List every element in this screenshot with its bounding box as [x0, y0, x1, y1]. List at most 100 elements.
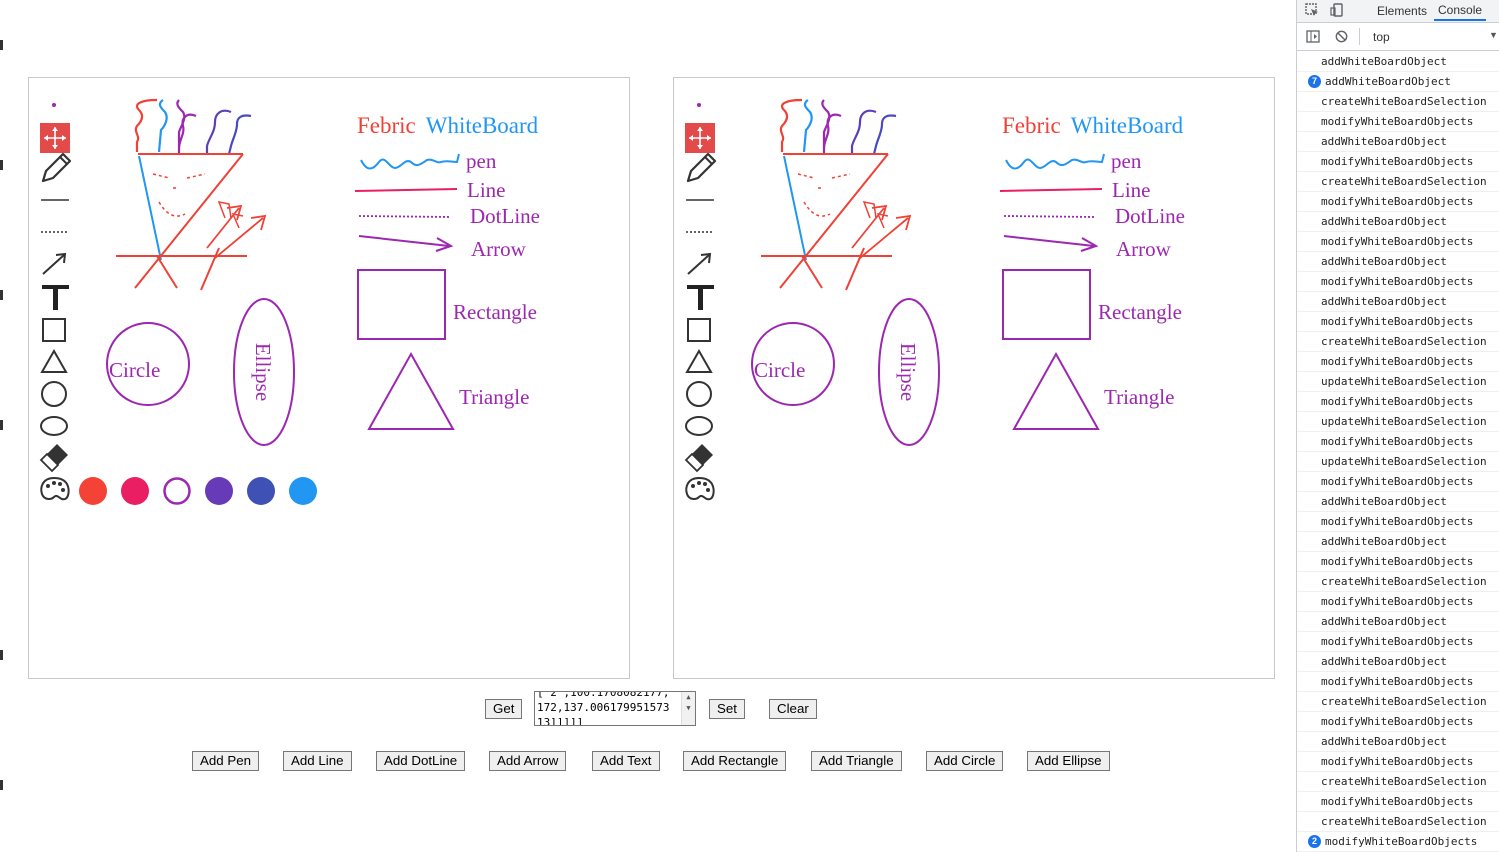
console-log-row[interactable]: addWhiteBoardObject — [1297, 732, 1499, 752]
add-pen-button[interactable]: Add Pen — [192, 751, 260, 771]
triangle-tool-icon[interactable] — [685, 348, 713, 373]
console-log-row[interactable]: addWhiteBoardObject — [1297, 292, 1499, 312]
triangle-tool-icon[interactable] — [40, 348, 68, 373]
tab-elements[interactable]: Elements — [1377, 4, 1427, 18]
palette-icon[interactable] — [685, 476, 715, 501]
ellipse-tool-icon[interactable] — [685, 416, 713, 436]
console-log-row[interactable]: modifyWhiteBoardObjects — [1297, 192, 1499, 212]
clear-console-icon[interactable] — [1335, 30, 1348, 48]
arrow-tool-icon[interactable] — [687, 252, 712, 275]
console-log-row[interactable]: addWhiteBoardObject — [1297, 52, 1499, 72]
add-circle-button[interactable]: Add Circle — [926, 751, 1004, 771]
set-button[interactable]: Set — [709, 699, 745, 719]
label-ellipse: Ellipse — [896, 343, 920, 401]
add-arrow-button[interactable]: Add Arrow — [489, 751, 567, 771]
console-log-row[interactable]: addWhiteBoardObject — [1297, 612, 1499, 632]
console-log-row[interactable]: updateWhiteBoardSelection — [1297, 452, 1499, 472]
console-log-row[interactable]: addWhiteBoardObject — [1297, 252, 1499, 272]
whiteboard-drawing: Febric WhiteBoard pen LineDotLine Arrow Recta… — [39, 98, 540, 505]
console-log-text: modifyWhiteBoardObjects — [1321, 635, 1474, 648]
console-log-row[interactable]: modifyWhiteBoardObjects — [1297, 352, 1499, 372]
add-dotline-button[interactable]: Add DotLine — [376, 751, 466, 771]
text-tool-icon[interactable] — [42, 285, 69, 310]
add-triangle-button[interactable]: Add Triangle — [811, 751, 902, 771]
add-line-button[interactable]: Add Line — [283, 751, 352, 771]
console-log-row[interactable]: addWhiteBoardObject — [1297, 652, 1499, 672]
tab-console[interactable]: Console — [1434, 3, 1487, 21]
color-swatch[interactable] — [205, 477, 233, 505]
console-log-row[interactable]: modifyWhiteBoardObjects — [1297, 152, 1499, 172]
console-log-row[interactable]: addWhiteBoardObject — [1297, 132, 1499, 152]
console-log-row[interactable]: modifyWhiteBoardObjects — [1297, 712, 1499, 732]
arrow-tool-icon[interactable] — [42, 252, 67, 275]
pen-stroke — [779, 153, 889, 289]
console-log-row[interactable]: modifyWhiteBoardObjects — [1297, 672, 1499, 692]
ellipse-tool-icon[interactable] — [40, 416, 68, 436]
pencil-icon[interactable] — [686, 152, 717, 183]
add-text-button[interactable]: Add Text — [592, 751, 660, 771]
console-log-row[interactable]: modifyWhiteBoardObjects — [1297, 312, 1499, 332]
add-ellipse-button[interactable]: Add Ellipse — [1027, 751, 1110, 771]
dot-tool-icon[interactable] — [52, 103, 56, 107]
chevron-down-icon[interactable]: ▼ — [1489, 30, 1498, 40]
console-log-row[interactable]: modifyWhiteBoardObjects — [1297, 272, 1499, 292]
console-log-row[interactable]: 7 addWhiteBoardObject — [1297, 72, 1499, 92]
console-log-row[interactable]: updateWhiteBoardSelection — [1297, 412, 1499, 432]
circle-tool-icon[interactable] — [686, 381, 712, 407]
console-log-row[interactable]: createWhiteBoardSelection — [1297, 172, 1499, 192]
color-swatch[interactable] — [247, 477, 275, 505]
console-log-row[interactable]: addWhiteBoardObject — [1297, 532, 1499, 552]
color-swatch[interactable] — [289, 477, 317, 505]
console-log-row[interactable]: modifyWhiteBoardObjects — [1297, 512, 1499, 532]
console-log-row[interactable]: modifyWhiteBoardObjects — [1297, 792, 1499, 812]
dot-tool-icon[interactable] — [697, 103, 701, 107]
console-log-row[interactable]: modifyWhiteBoardObjects — [1297, 632, 1499, 652]
label-arrow: Arrow — [471, 237, 527, 261]
whiteboard-canvas-left[interactable]: Febric WhiteBoard pen Line DotLine Arrow Recta… — [28, 77, 630, 679]
color-swatch[interactable] — [79, 477, 107, 505]
pen-stroke — [801, 255, 823, 289]
add-rectangle-button[interactable]: Add Rectangle — [683, 751, 787, 771]
console-log-row[interactable]: modifyWhiteBoardObjects — [1297, 112, 1499, 132]
console-log-row[interactable]: createWhiteBoardSelection — [1297, 812, 1499, 832]
whiteboard-canvas-right[interactable]: Febric WhiteBoard pen Line DotLine Arrow Recta… — [673, 77, 1275, 679]
get-button[interactable]: Get — [485, 699, 523, 719]
circle-tool-icon[interactable] — [41, 381, 67, 407]
console-log-row[interactable]: createWhiteBoardSelection — [1297, 572, 1499, 592]
json-textarea[interactable]: [ 2 ,100.1708082177, 172,137.00617995157… — [534, 691, 696, 726]
console-log-row[interactable]: modifyWhiteBoardObjects — [1297, 752, 1499, 772]
console-log-row[interactable]: createWhiteBoardSelection — [1297, 332, 1499, 352]
select-move-icon[interactable] — [685, 123, 715, 153]
sidebar-toggle-icon[interactable] — [1306, 30, 1320, 48]
console-log-row[interactable]: modifyWhiteBoardObjects — [1297, 472, 1499, 492]
context-selector[interactable]: top — [1373, 30, 1390, 44]
select-move-icon[interactable] — [40, 123, 70, 153]
pencil-icon[interactable] — [41, 152, 72, 183]
color-swatch[interactable] — [121, 477, 149, 505]
console-log-row[interactable]: modifyWhiteBoardObjects — [1297, 552, 1499, 572]
device-toolbar-icon[interactable] — [1330, 3, 1344, 17]
console-log-row[interactable]: createWhiteBoardSelection — [1297, 92, 1499, 112]
color-swatch-selected[interactable] — [163, 477, 191, 505]
console-log-row[interactable]: createWhiteBoardSelection — [1297, 692, 1499, 712]
palette-icon[interactable] — [40, 476, 70, 501]
eraser-icon[interactable] — [684, 444, 713, 473]
rectangle-shape — [1002, 269, 1091, 340]
console-log-row[interactable]: updateWhiteBoardSelection — [1297, 372, 1499, 392]
textarea-scrollbar[interactable]: ▲ ▼ — [681, 692, 695, 725]
console-log-row[interactable]: createWhiteBoardSelection — [1297, 772, 1499, 792]
console-log-row[interactable]: modifyWhiteBoardObjects — [1297, 592, 1499, 612]
console-log-row[interactable]: modifyWhiteBoardObjects — [1297, 232, 1499, 252]
clear-button[interactable]: Clear — [769, 699, 817, 719]
console-log-row[interactable]: addWhiteBoardObject — [1297, 212, 1499, 232]
console-log-row[interactable]: modifyWhiteBoardObjects — [1297, 432, 1499, 452]
rectangle-tool-icon[interactable] — [42, 318, 66, 342]
console-log-row[interactable]: addWhiteBoardObject — [1297, 492, 1499, 512]
console-log-row[interactable]: modifyWhiteBoardObjects — [1297, 392, 1499, 412]
eraser-icon[interactable] — [39, 444, 68, 473]
rectangle-tool-icon[interactable] — [687, 318, 711, 342]
console-log-row[interactable]: 2 modifyWhiteBoardObjects — [1297, 832, 1499, 852]
inspect-element-icon[interactable] — [1305, 3, 1319, 17]
text-tool-icon[interactable] — [687, 285, 714, 310]
console-toolbar: top ▼ — [1297, 23, 1499, 51]
